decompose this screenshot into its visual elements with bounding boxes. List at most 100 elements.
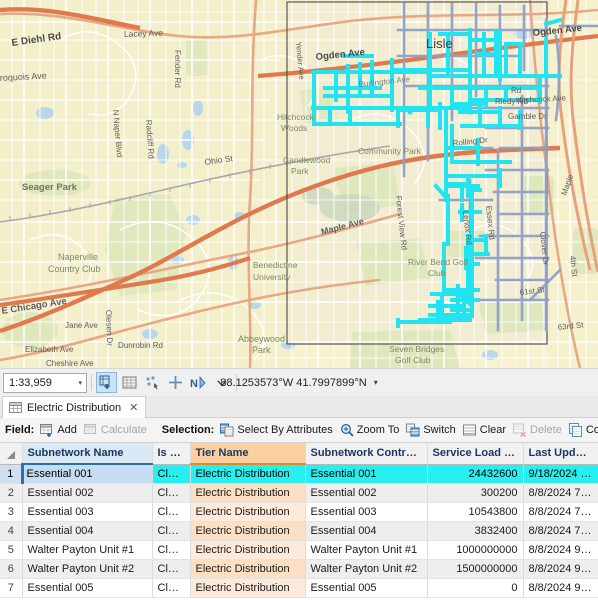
cell-service-load[interactable]: 10543800 [427, 502, 524, 522]
column-header-service-load[interactable]: Service Load (Watts) [427, 443, 524, 465]
cell-is-dirty[interactable]: Clean [152, 502, 191, 522]
cell-is-dirty[interactable]: Clean [152, 521, 191, 541]
cell-is-dirty[interactable]: Clean [152, 559, 191, 579]
column-header-subnetwork-name[interactable]: Subnetwork Name [22, 443, 153, 465]
map-tool-group: N [96, 372, 232, 393]
add-point-button[interactable] [165, 372, 186, 393]
chevron-down-icon[interactable]: ▾ [374, 378, 378, 387]
cell-tier-name[interactable]: Electric Distribution [190, 540, 306, 560]
svg-text:Club: Club [428, 268, 446, 278]
column-header-last-update[interactable]: Last Update Subnetwork [523, 443, 598, 465]
cell-tier-name[interactable]: Electric Distribution [190, 559, 306, 579]
coordinates-value: 88.1253573°W 41.7997899°N [220, 376, 367, 389]
attribute-table[interactable]: Subnetwork Name Is Dirty Tier Name Subne… [0, 443, 598, 600]
cell-subnetwork-name[interactable]: Essential 003 [22, 502, 153, 522]
cell-tier-name[interactable]: Electric Distribution [190, 521, 306, 541]
chevron-down-icon[interactable]: ▾ [78, 379, 82, 387]
cell-subnetwork-name[interactable]: Essential 002 [22, 483, 153, 503]
row-number[interactable]: 7 [0, 578, 23, 598]
switch-selection-label: Switch [423, 424, 456, 436]
divider [91, 374, 92, 391]
zoom-to-button[interactable]: Zoom To [338, 422, 405, 438]
cell-subnetwork-controller[interactable]: Essential 001 [305, 464, 428, 484]
svg-text:N: N [190, 378, 198, 390]
field-group-label: Field: [5, 424, 35, 436]
row-number[interactable]: 6 [0, 559, 23, 579]
cell-service-load[interactable]: 300200 [427, 483, 524, 503]
cell-service-load[interactable]: 3832400 [427, 521, 524, 541]
table-row[interactable]: 3 Essential 003 Clean Electric Distribut… [0, 502, 598, 522]
north-arrow-icon: N [190, 375, 206, 390]
table-row[interactable]: 4 Essential 004 Clean Electric Distribut… [0, 521, 598, 541]
table-row[interactable]: 5 Walter Payton Unit #1 Clean Electric D… [0, 540, 598, 560]
svg-text:Lacey Ave: Lacey Ave [124, 28, 164, 39]
row-number[interactable]: 4 [0, 521, 23, 541]
select-features-button[interactable] [142, 372, 163, 393]
table-view-tabstrip: Electric Distribution ✕ [0, 396, 598, 418]
calculate-field-button[interactable]: Calculate [82, 422, 152, 438]
cell-subnetwork-controller[interactable]: Essential 002 [305, 483, 428, 503]
cell-is-dirty[interactable]: Clean [152, 578, 191, 598]
add-field-label: Add [57, 424, 77, 436]
switch-selection-icon [406, 423, 420, 437]
cell-subnetwork-name[interactable]: Walter Payton Unit #2 [22, 559, 153, 579]
table-row[interactable]: 7 Essential 005 Clean Electric Distribut… [0, 578, 598, 598]
column-header-subnetwork-controller[interactable]: Subnetwork Controlle... [305, 443, 428, 465]
cell-subnetwork-name[interactable]: Essential 001 [20, 464, 153, 484]
cell-last-update[interactable]: 8/8/2024 7:50:27 PM [523, 483, 598, 503]
cell-is-dirty[interactable]: Clean [152, 483, 191, 503]
switch-selection-button[interactable]: Switch [404, 422, 460, 438]
cell-subnetwork-controller[interactable]: Walter Payton Unit #1 [305, 540, 428, 560]
close-icon[interactable]: ✕ [129, 401, 138, 414]
row-number[interactable]: 5 [0, 540, 23, 560]
cell-tier-name[interactable]: Electric Distribution [190, 483, 306, 503]
full-extent-button[interactable] [119, 372, 140, 393]
map-canvas[interactable]: E Diehl Rd Lacey Ave Fender Rd roquois A… [0, 0, 598, 368]
cell-service-load[interactable]: 24432600 [427, 464, 524, 484]
table-row[interactable]: 1 Essential 001 Clean Electric Distribut… [0, 464, 598, 484]
cell-last-update[interactable]: 8/8/2024 9:00:28 PM [523, 559, 598, 579]
column-header-select-all[interactable] [0, 443, 23, 465]
add-field-button[interactable]: Add [38, 422, 82, 438]
copy-selection-button[interactable]: Copy [567, 422, 598, 438]
cell-service-load[interactable]: 0 [427, 578, 524, 598]
cell-subnetwork-controller[interactable]: Essential 003 [305, 502, 428, 522]
delete-selection-button[interactable]: Delete [511, 422, 567, 438]
map-coordinates[interactable]: 88.1253573°W 41.7997899°N ▾ [220, 377, 377, 389]
cell-is-dirty[interactable]: Clean [152, 540, 191, 560]
row-number[interactable]: 2 [0, 483, 23, 503]
cell-service-load[interactable]: 1500000000 [427, 559, 524, 579]
clear-selection-button[interactable]: Clear [461, 422, 511, 438]
explore-tool-button[interactable] [96, 372, 117, 393]
column-header-is-dirty[interactable]: Is Dirty [152, 443, 191, 465]
column-header-tier-name[interactable]: Tier Name [190, 443, 306, 465]
map-scale-combobox[interactable]: 1:33,959 ▾ [3, 372, 87, 393]
table-row[interactable]: 6 Walter Payton Unit #2 Clean Electric D… [0, 559, 598, 579]
table-row[interactable]: 2 Essential 002 Clean Electric Distribut… [0, 483, 598, 503]
north-arrow-button[interactable]: N [188, 372, 209, 393]
cell-tier-name[interactable]: Electric Distribution [190, 464, 306, 484]
cell-subnetwork-name[interactable]: Walter Payton Unit #1 [22, 540, 153, 560]
svg-text:Abbeywood: Abbeywood [238, 334, 285, 344]
cell-subnetwork-controller[interactable]: Essential 005 [305, 578, 428, 598]
cell-tier-name[interactable]: Electric Distribution [190, 502, 306, 522]
row-number[interactable]: 3 [0, 502, 23, 522]
cell-last-update[interactable]: 8/8/2024 7:51:44 PM [523, 502, 598, 522]
select-by-attributes-button[interactable]: Select By Attributes [218, 422, 337, 438]
cell-subnetwork-name[interactable]: Essential 005 [22, 578, 153, 598]
cell-last-update[interactable]: 8/8/2024 9:00:00 PM [523, 578, 598, 598]
cell-subnetwork-controller[interactable]: Walter Payton Unit #2 [305, 559, 428, 579]
cell-last-update[interactable]: 8/8/2024 7:52:07 PM [523, 521, 598, 541]
cell-service-load[interactable]: 1000000000 [427, 540, 524, 560]
cell-subnetwork-controller[interactable]: Essential 004 [305, 521, 428, 541]
cell-subnetwork-name[interactable]: Essential 004 [22, 521, 153, 541]
row-number[interactable]: 1 [0, 464, 23, 484]
svg-text:Jane Ave: Jane Ave [65, 321, 98, 330]
tab-electric-distribution[interactable]: Electric Distribution ✕ [2, 396, 147, 418]
cell-tier-name[interactable]: Electric Distribution [190, 578, 306, 598]
cell-last-update[interactable]: 9/18/2024 5:02:27 PM [523, 464, 598, 484]
delete-selection-label: Delete [530, 424, 562, 436]
cell-last-update[interactable]: 8/8/2024 9:00:16 PM [523, 540, 598, 560]
cell-is-dirty[interactable]: Clean [152, 464, 191, 484]
svg-text:Riedy Rd: Riedy Rd [495, 97, 528, 106]
